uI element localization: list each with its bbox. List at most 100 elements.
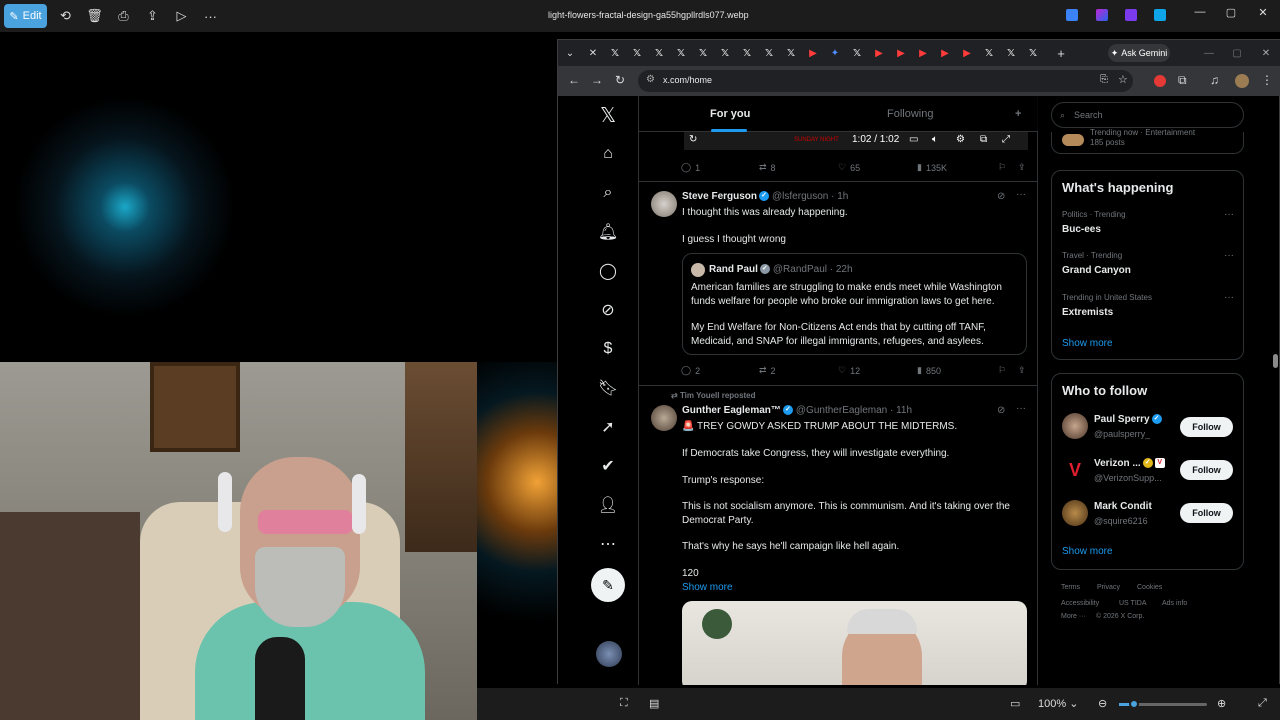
profile-icon[interactable]: 👤︎ — [588, 490, 628, 520]
account-avatar[interactable] — [596, 641, 622, 667]
premium-icon[interactable]: $ — [588, 334, 628, 364]
new-tab-button[interactable]: + — [1050, 42, 1072, 64]
bookmark-button[interactable]: ⚐ — [998, 365, 1006, 376]
tab-x[interactable]: 𝕏 — [692, 42, 714, 64]
volume-icon[interactable]: 🔈︎ — [932, 134, 938, 145]
grok-icon[interactable]: ⊘ — [588, 295, 628, 325]
tab-x[interactable]: 𝕏 — [758, 42, 780, 64]
footer-cookies[interactable]: Cookies — [1137, 584, 1162, 591]
trending-snippet[interactable]: Trending now · Entertainment 185 posts — [1051, 128, 1244, 154]
pip-icon[interactable]: ⧉ — [980, 134, 987, 145]
install-app-icon[interactable]: ⎘ — [1100, 74, 1108, 85]
tab-for-you[interactable]: For you — [710, 108, 750, 120]
bookmark-star-icon[interactable]: ☆ — [1118, 73, 1128, 86]
reload-icon[interactable]: ↻ — [615, 73, 625, 87]
print-icon[interactable]: ⎙ — [109, 4, 138, 28]
share-button[interactable]: ⇪ — [1018, 162, 1026, 173]
tab-x[interactable]: 𝕏 — [626, 42, 648, 64]
follow-button[interactable]: Follow — [1180, 460, 1233, 480]
views-button[interactable]: ▮ 135K — [917, 162, 947, 173]
tweet-author[interactable]: Gunther Eagleman™ ✓ @GuntherEagleman · 11h — [682, 405, 912, 416]
like-button[interactable]: ♡ 12 — [838, 365, 860, 376]
menu-kebab-icon[interactable]: ⋮ — [1261, 73, 1273, 87]
more-options-icon[interactable]: ··· — [196, 4, 225, 28]
zoom-slider[interactable] — [1119, 699, 1207, 709]
tab-youtube[interactable]: ▶ — [912, 42, 934, 64]
tab-youtube[interactable]: ▶ — [890, 42, 912, 64]
retweet-button[interactable]: ⇄ 8 — [759, 162, 776, 173]
grok-explain-icon[interactable]: ⊘ — [997, 191, 1005, 202]
x-logo-icon[interactable]: 𝕏 — [588, 100, 628, 130]
messages-icon[interactable]: ◯ — [588, 256, 628, 286]
trend-more-icon[interactable]: ··· — [1224, 209, 1234, 220]
jobs-rocket-icon[interactable]: ➚ — [588, 412, 628, 442]
tweet-more-icon[interactable]: ··· — [1016, 403, 1026, 414]
fullscreen-icon[interactable]: ⤢ — [1258, 697, 1267, 710]
slideshow-icon[interactable]: ▷ — [167, 4, 196, 28]
tab-x[interactable]: 𝕏 — [780, 42, 802, 64]
settings-icon[interactable]: ⚙ — [956, 134, 965, 145]
tab-x[interactable]: 𝕏 — [714, 42, 736, 64]
fit-screen-icon[interactable]: ⛶ — [620, 697, 628, 710]
ask-gemini-button[interactable]: ✦ Ask Gemini — [1108, 44, 1170, 62]
extensions-puzzle-icon[interactable]: ⧉ — [1178, 73, 1187, 88]
tab-x[interactable]: 𝕏 — [604, 42, 626, 64]
footer-accessibility[interactable]: Accessibility — [1061, 600, 1099, 607]
footer-us-tida[interactable]: US TIDA — [1119, 600, 1147, 607]
tweet-author[interactable]: Steve Ferguson ✓ @lsferguson · 1h — [682, 191, 848, 202]
trend-name[interactable]: Extremists — [1062, 307, 1113, 318]
avatar[interactable] — [1062, 500, 1088, 526]
footer-terms[interactable]: Terms — [1061, 584, 1080, 591]
captions-icon[interactable]: ▭ — [909, 134, 918, 145]
tab-x[interactable]: 𝕏 — [978, 42, 1000, 64]
replay-icon[interactable]: ↻ — [689, 134, 697, 145]
tab-x[interactable]: 𝕏 — [1000, 42, 1022, 64]
close-button[interactable]: ✕ — [1255, 42, 1277, 64]
trend-more-icon[interactable]: ··· — [1224, 292, 1234, 303]
account-name[interactable]: Mark Condit — [1094, 501, 1152, 512]
search-input[interactable]: ⌕ Search — [1051, 102, 1244, 128]
clipchamp-icon[interactable] — [1125, 9, 1137, 21]
bookmark-button[interactable]: ⚐ — [998, 162, 1006, 173]
views-button[interactable]: ▮ 850 — [917, 365, 941, 376]
copilot-icon[interactable] — [1096, 9, 1108, 21]
info-icon[interactable]: ▤ — [649, 697, 659, 710]
customize-feed-icon[interactable]: + — [1015, 108, 1021, 120]
show-more-link[interactable]: Show more — [682, 581, 733, 595]
avatar[interactable] — [1062, 413, 1088, 439]
footer-ads-info[interactable]: Ads info — [1162, 600, 1187, 607]
compose-post-button[interactable]: ✎ — [591, 568, 625, 602]
close-button[interactable]: ✕ — [1248, 6, 1278, 19]
delete-icon[interactable]: 🗑 — [80, 4, 109, 28]
reposted-by[interactable]: ⇄ Tim Youell reposted — [671, 391, 756, 400]
maximize-button[interactable]: ▢ — [1216, 6, 1246, 19]
home-icon[interactable]: ⌂ — [588, 139, 628, 169]
footer-more[interactable]: More ··· — [1061, 613, 1086, 620]
profile-avatar[interactable] — [1235, 74, 1249, 88]
tab-x[interactable]: 𝕏 — [736, 42, 758, 64]
tab-x[interactable]: 𝕏 — [846, 42, 868, 64]
bookmarks-icon[interactable]: 🔖︎ — [588, 373, 628, 403]
grok-explain-icon[interactable]: ⊘ — [997, 405, 1005, 416]
frame-icon[interactable]: ▭ — [1010, 697, 1020, 710]
avatar[interactable] — [651, 405, 677, 431]
omnibox[interactable]: ⚙ x.com/home ⎘ ☆ — [638, 70, 1133, 92]
tab-following[interactable]: Following — [887, 108, 933, 120]
notifications-icon[interactable]: 🔔︎ — [588, 217, 628, 247]
account-name[interactable]: Verizon ... ✓ V — [1094, 458, 1165, 469]
zoom-out-icon[interactable]: ⊖ — [1098, 697, 1107, 710]
tab-x[interactable]: 𝕏 — [670, 42, 692, 64]
like-button[interactable]: ♡ 65 — [838, 162, 860, 173]
minimize-button[interactable]: — — [1185, 6, 1215, 18]
tweet-video-thumbnail[interactable] — [682, 601, 1027, 685]
show-more-link[interactable]: Show more — [1062, 338, 1113, 349]
follow-button[interactable]: Follow — [1180, 503, 1233, 523]
extension-icon[interactable] — [1154, 75, 1166, 87]
edit-button[interactable]: ✎ Edit — [4, 4, 47, 28]
show-more-link[interactable]: Show more — [1062, 546, 1113, 557]
more-icon[interactable]: ⋯ — [588, 529, 628, 559]
back-icon[interactable]: ← — [568, 73, 580, 87]
tab-youtube[interactable]: ▶ — [868, 42, 890, 64]
scrollbar-thumb[interactable] — [1273, 354, 1278, 368]
zoom-level[interactable]: 100% ⌄ — [1038, 697, 1078, 710]
